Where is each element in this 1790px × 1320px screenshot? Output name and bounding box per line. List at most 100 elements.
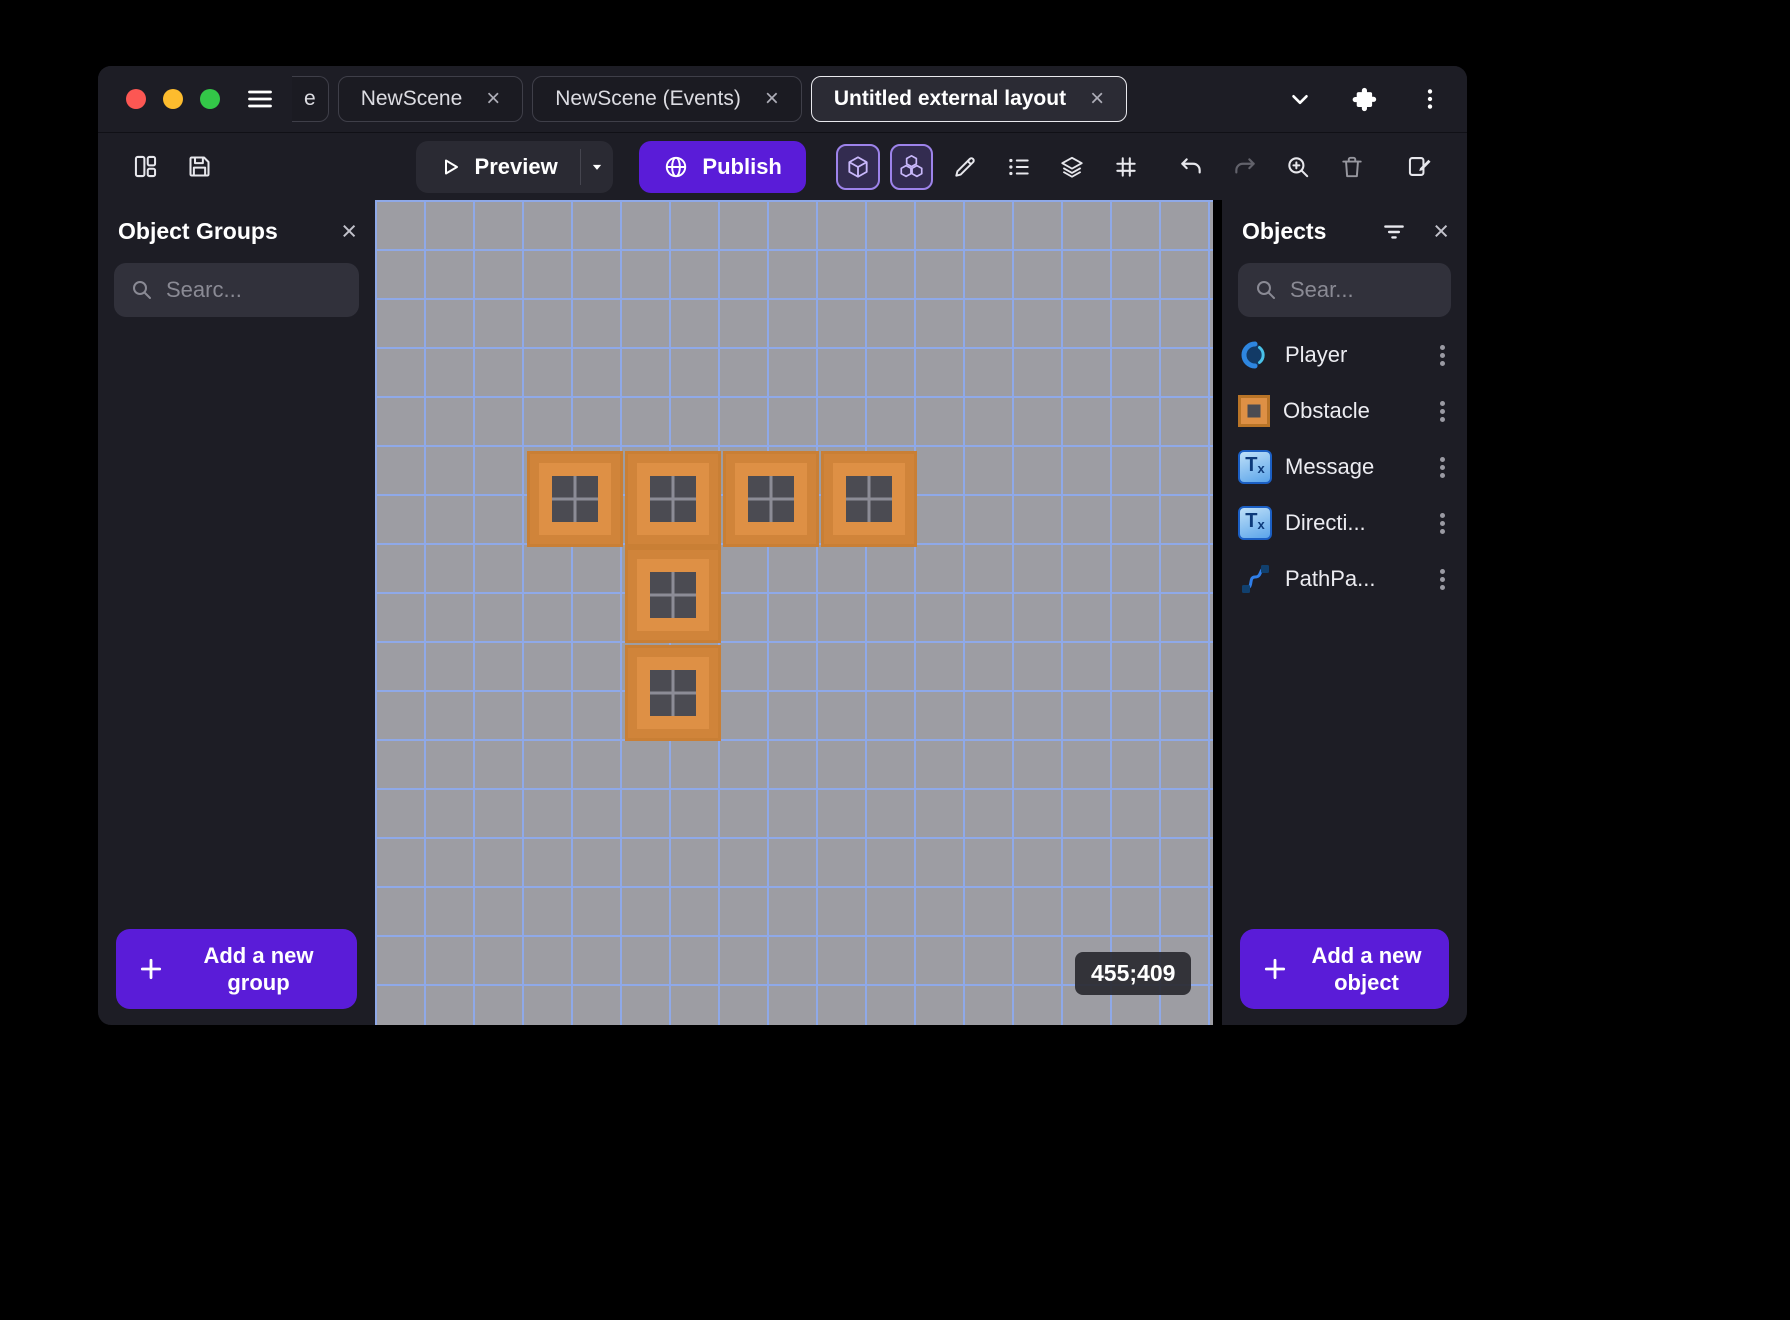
tab-close-icon[interactable]: ×: [1090, 87, 1104, 111]
tab-partial[interactable]: e: [292, 76, 329, 122]
obstacle-icon: [1238, 395, 1270, 427]
path-icon: [1238, 562, 1272, 596]
kebab-menu-icon[interactable]: [1440, 409, 1445, 414]
titlebar: e NewScene × NewScene (Events) × Untitle…: [98, 66, 1467, 132]
close-window-button[interactable]: [126, 89, 146, 109]
toolbar: Preview Publish: [98, 132, 1467, 200]
add-object-button[interactable]: Add a new object: [1240, 929, 1449, 1009]
preview-options-caret[interactable]: [580, 141, 613, 193]
publish-label: Publish: [702, 154, 781, 180]
tab-newscene-events[interactable]: NewScene (Events) ×: [532, 76, 802, 122]
crate-core: [650, 670, 696, 716]
object-row-message[interactable]: Tx Message: [1222, 439, 1467, 495]
trash-icon[interactable]: [1330, 144, 1374, 190]
crate-core: [748, 476, 794, 522]
objects-panel: Objects × Player Obstacle: [1222, 200, 1467, 1025]
kebab-menu-icon[interactable]: [1440, 465, 1445, 470]
kebab-menu-icon[interactable]: [1440, 353, 1445, 358]
titlebar-actions: [1287, 85, 1443, 113]
tab-close-icon[interactable]: ×: [765, 87, 779, 111]
plus-icon: [138, 956, 164, 982]
obstacle-instance[interactable]: [723, 451, 819, 547]
object-groups-list: [98, 317, 375, 929]
preview-button[interactable]: Preview: [416, 141, 580, 193]
traffic-lights: [126, 89, 220, 109]
tab-label: NewScene: [361, 87, 463, 111]
object-groups-header: Object Groups ×: [98, 200, 375, 251]
crate-core: [650, 476, 696, 522]
minimize-window-button[interactable]: [163, 89, 183, 109]
add-object-label: Add a new object: [1298, 942, 1435, 997]
object-search-box: [1238, 263, 1451, 317]
filter-icon[interactable]: [1381, 219, 1407, 245]
tab-bar: e NewScene × NewScene (Events) × Untitle…: [292, 66, 1127, 132]
main-area: Object Groups × Add a new group 455;409: [98, 200, 1467, 1025]
add-group-label: Add a new group: [174, 942, 343, 997]
obstacle-instance[interactable]: [625, 645, 721, 741]
object-row-directions[interactable]: Tx Directi...: [1222, 495, 1467, 551]
hamburger-menu-icon[interactable]: [246, 85, 274, 113]
group-search-box: [114, 263, 359, 317]
crate-core: [650, 572, 696, 618]
object-row-pathpaint[interactable]: PathPa...: [1222, 551, 1467, 607]
crate-core: [846, 476, 892, 522]
object-name: Obstacle: [1283, 398, 1419, 424]
player-icon: [1238, 338, 1272, 372]
tab-label: NewScene (Events): [555, 87, 741, 111]
obstacle-instance[interactable]: [625, 451, 721, 547]
obstacle-instance[interactable]: [625, 547, 721, 643]
text-object-icon: Tx: [1238, 450, 1272, 484]
objects-list: Player Obstacle Tx Message Tx Directi...: [1222, 327, 1467, 929]
edit-pencil-icon[interactable]: [943, 144, 987, 190]
publish-button[interactable]: Publish: [639, 141, 805, 193]
instances-3d-cubes-toggle-button[interactable]: [890, 144, 934, 190]
kebab-menu-icon[interactable]: [1440, 577, 1445, 582]
objects-header: Objects ×: [1222, 200, 1467, 251]
project-manager-button[interactable]: [124, 144, 168, 190]
scene-canvas[interactable]: 455;409: [375, 200, 1213, 1025]
object-name: Message: [1285, 454, 1419, 480]
preview-button-group: Preview: [416, 141, 614, 193]
maximize-window-button[interactable]: [200, 89, 220, 109]
group-search-input[interactable]: [166, 277, 343, 303]
undo-icon[interactable]: [1169, 144, 1213, 190]
instances-list-icon[interactable]: [997, 144, 1041, 190]
edit-scene-properties-icon[interactable]: [1397, 144, 1441, 190]
redo-icon[interactable]: [1223, 144, 1267, 190]
add-group-button[interactable]: Add a new group: [116, 929, 357, 1009]
app-window: e NewScene × NewScene (Events) × Untitle…: [98, 66, 1467, 1025]
tab-newscene[interactable]: NewScene ×: [338, 76, 524, 122]
kebab-menu-icon[interactable]: [1417, 86, 1443, 112]
object-groups-panel: Object Groups × Add a new group: [98, 200, 375, 1025]
panel-title: Object Groups: [118, 218, 278, 245]
extensions-puzzle-icon[interactable]: [1351, 85, 1379, 113]
view-3d-toggle-button[interactable]: [836, 144, 880, 190]
object-search-input[interactable]: [1290, 277, 1435, 303]
obstacle-instance[interactable]: [527, 451, 623, 547]
tab-label: Untitled external layout: [834, 87, 1066, 111]
object-row-player[interactable]: Player: [1222, 327, 1467, 383]
tab-label: e: [304, 87, 316, 111]
panel-divider: [1213, 200, 1222, 1025]
layers-icon[interactable]: [1050, 144, 1094, 190]
kebab-menu-icon[interactable]: [1440, 521, 1445, 526]
save-icon[interactable]: [178, 144, 222, 190]
tab-untitled-external-layout[interactable]: Untitled external layout ×: [811, 76, 1127, 122]
tab-close-icon[interactable]: ×: [486, 87, 500, 111]
object-name: Directi...: [1285, 510, 1419, 536]
obstacle-instance[interactable]: [821, 451, 917, 547]
close-icon[interactable]: ×: [341, 218, 357, 245]
panel-title: Objects: [1242, 218, 1326, 245]
preview-label: Preview: [475, 154, 558, 180]
object-name: Player: [1285, 342, 1419, 368]
search-icon: [1254, 278, 1278, 302]
search-icon: [130, 278, 154, 302]
object-row-obstacle[interactable]: Obstacle: [1222, 383, 1467, 439]
close-icon[interactable]: ×: [1433, 218, 1449, 245]
crate-core: [552, 476, 598, 522]
cursor-coordinates-badge: 455;409: [1075, 952, 1191, 995]
grid-toggle-icon[interactable]: [1104, 144, 1148, 190]
text-object-icon: Tx: [1238, 506, 1272, 540]
chevron-down-icon[interactable]: [1287, 86, 1313, 112]
zoom-icon[interactable]: [1276, 144, 1320, 190]
